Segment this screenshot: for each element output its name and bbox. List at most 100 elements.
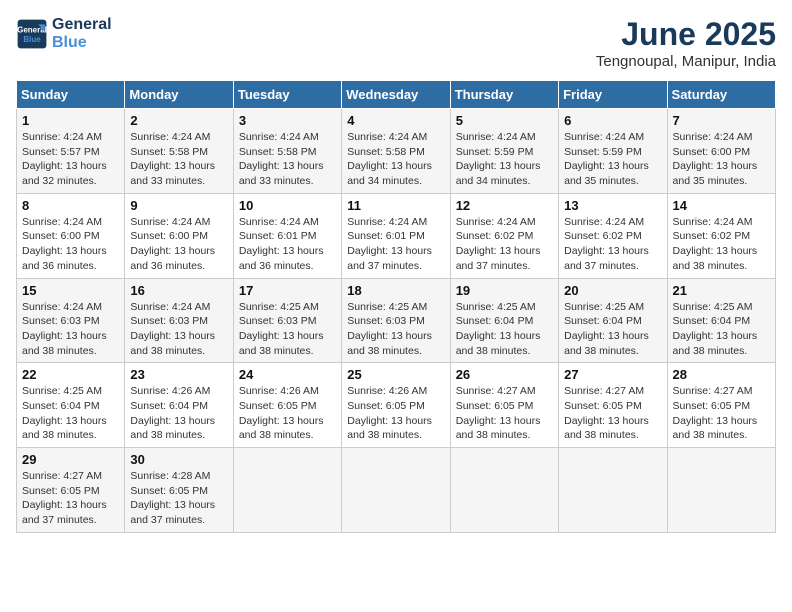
calendar-cell: 30 Sunrise: 4:28 AM Sunset: 6:05 PM Dayli… [125, 448, 233, 533]
calendar-cell: 21 Sunrise: 4:25 AM Sunset: 6:04 PM Dayli… [667, 278, 775, 363]
day-info: Sunrise: 4:25 AM Sunset: 6:04 PM Dayligh… [22, 384, 119, 443]
calendar-cell: 7 Sunrise: 4:24 AM Sunset: 6:00 PM Daylig… [667, 109, 775, 194]
calendar-cell: 18 Sunrise: 4:25 AM Sunset: 6:03 PM Dayli… [342, 278, 450, 363]
day-info: Sunrise: 4:24 AM Sunset: 6:03 PM Dayligh… [130, 300, 227, 359]
day-info: Sunrise: 4:25 AM Sunset: 6:03 PM Dayligh… [239, 300, 336, 359]
day-number: 12 [456, 198, 553, 213]
day-info: Sunrise: 4:24 AM Sunset: 6:02 PM Dayligh… [673, 215, 770, 274]
weekday-header-tuesday: Tuesday [233, 81, 341, 109]
day-number: 11 [347, 198, 444, 213]
day-info: Sunrise: 4:24 AM Sunset: 5:58 PM Dayligh… [347, 130, 444, 189]
day-info: Sunrise: 4:25 AM Sunset: 6:03 PM Dayligh… [347, 300, 444, 359]
calendar-cell: 6 Sunrise: 4:24 AM Sunset: 5:59 PM Daylig… [559, 109, 667, 194]
calendar-cell: 3 Sunrise: 4:24 AM Sunset: 5:58 PM Daylig… [233, 109, 341, 194]
day-number: 9 [130, 198, 227, 213]
day-number: 14 [673, 198, 770, 213]
day-number: 28 [673, 367, 770, 382]
day-info: Sunrise: 4:24 AM Sunset: 6:02 PM Dayligh… [564, 215, 661, 274]
logo: General Blue General Blue [16, 16, 112, 52]
day-number: 18 [347, 283, 444, 298]
day-number: 20 [564, 283, 661, 298]
calendar-cell: 11Sunrise: 4:24 AM Sunset: 6:01 PM Dayli… [342, 193, 450, 278]
calendar-cell: 23 Sunrise: 4:26 AM Sunset: 6:04 PM Dayli… [125, 363, 233, 448]
calendar-cell: 29 Sunrise: 4:27 AM Sunset: 6:05 PM Dayli… [17, 448, 125, 533]
calendar-cell [559, 448, 667, 533]
day-number: 21 [673, 283, 770, 298]
day-info: Sunrise: 4:24 AM Sunset: 5:59 PM Dayligh… [456, 130, 553, 189]
calendar-week-5: 29 Sunrise: 4:27 AM Sunset: 6:05 PM Dayli… [17, 448, 776, 533]
calendar-cell: 19 Sunrise: 4:25 AM Sunset: 6:04 PM Dayli… [450, 278, 558, 363]
calendar-cell: 2 Sunrise: 4:24 AM Sunset: 5:58 PM Daylig… [125, 109, 233, 194]
day-info: Sunrise: 4:24 AM Sunset: 5:57 PM Dayligh… [22, 130, 119, 189]
day-number: 17 [239, 283, 336, 298]
svg-text:Blue: Blue [23, 35, 41, 44]
calendar-cell: 15Sunrise: 4:24 AM Sunset: 6:03 PM Dayli… [17, 278, 125, 363]
day-number: 10 [239, 198, 336, 213]
day-number: 25 [347, 367, 444, 382]
day-number: 22 [22, 367, 119, 382]
day-number: 4 [347, 113, 444, 128]
calendar-cell: 26 Sunrise: 4:27 AM Sunset: 6:05 PM Dayli… [450, 363, 558, 448]
calendar-cell [667, 448, 775, 533]
day-info: Sunrise: 4:28 AM Sunset: 6:05 PM Dayligh… [130, 469, 227, 528]
calendar-cell: 14 Sunrise: 4:24 AM Sunset: 6:02 PM Dayli… [667, 193, 775, 278]
weekday-header-thursday: Thursday [450, 81, 558, 109]
location-title: Tengnoupal, Manipur, India [596, 53, 776, 70]
calendar-cell [450, 448, 558, 533]
weekday-header-sunday: Sunday [17, 81, 125, 109]
logo-text: General Blue [52, 16, 112, 52]
calendar-cell: 1 Sunrise: 4:24 AM Sunset: 5:57 PM Daylig… [17, 109, 125, 194]
day-info: Sunrise: 4:24 AM Sunset: 6:00 PM Dayligh… [130, 215, 227, 274]
day-number: 6 [564, 113, 661, 128]
day-number: 19 [456, 283, 553, 298]
day-number: 29 [22, 452, 119, 467]
calendar-cell: 9 Sunrise: 4:24 AM Sunset: 6:00 PM Daylig… [125, 193, 233, 278]
calendar-cell [233, 448, 341, 533]
day-number: 1 [22, 113, 119, 128]
calendar-cell: 12 Sunrise: 4:24 AM Sunset: 6:02 PM Dayli… [450, 193, 558, 278]
day-info: Sunrise: 4:27 AM Sunset: 6:05 PM Dayligh… [564, 384, 661, 443]
day-number: 8 [22, 198, 119, 213]
weekday-header-monday: Monday [125, 81, 233, 109]
day-number: 3 [239, 113, 336, 128]
day-number: 23 [130, 367, 227, 382]
day-info: Sunrise: 4:24 AM Sunset: 6:01 PM Dayligh… [239, 215, 336, 274]
day-info: Sunrise: 4:25 AM Sunset: 6:04 PM Dayligh… [456, 300, 553, 359]
calendar-cell: 28Sunrise: 4:27 AM Sunset: 6:05 PM Dayli… [667, 363, 775, 448]
calendar-cell: 8 Sunrise: 4:24 AM Sunset: 6:00 PM Daylig… [17, 193, 125, 278]
day-info: Sunrise: 4:24 AM Sunset: 6:02 PM Dayligh… [456, 215, 553, 274]
day-number: 15 [22, 283, 119, 298]
day-number: 2 [130, 113, 227, 128]
day-number: 27 [564, 367, 661, 382]
calendar-cell: 22 Sunrise: 4:25 AM Sunset: 6:04 PM Dayli… [17, 363, 125, 448]
day-number: 30 [130, 452, 227, 467]
calendar-cell: 16Sunrise: 4:24 AM Sunset: 6:03 PM Dayli… [125, 278, 233, 363]
day-info: Sunrise: 4:27 AM Sunset: 6:05 PM Dayligh… [456, 384, 553, 443]
day-info: Sunrise: 4:24 AM Sunset: 5:58 PM Dayligh… [130, 130, 227, 189]
calendar-cell: 4 Sunrise: 4:24 AM Sunset: 5:58 PM Daylig… [342, 109, 450, 194]
calendar-cell: 5 Sunrise: 4:24 AM Sunset: 5:59 PM Daylig… [450, 109, 558, 194]
day-info: Sunrise: 4:27 AM Sunset: 6:05 PM Dayligh… [22, 469, 119, 528]
calendar-week-1: 1 Sunrise: 4:24 AM Sunset: 5:57 PM Daylig… [17, 109, 776, 194]
day-info: Sunrise: 4:24 AM Sunset: 5:59 PM Dayligh… [564, 130, 661, 189]
day-info: Sunrise: 4:26 AM Sunset: 6:05 PM Dayligh… [347, 384, 444, 443]
weekday-header-saturday: Saturday [667, 81, 775, 109]
calendar-body: 1 Sunrise: 4:24 AM Sunset: 5:57 PM Daylig… [17, 109, 776, 533]
day-number: 7 [673, 113, 770, 128]
day-info: Sunrise: 4:24 AM Sunset: 6:00 PM Dayligh… [22, 215, 119, 274]
day-number: 24 [239, 367, 336, 382]
day-info: Sunrise: 4:26 AM Sunset: 6:04 PM Dayligh… [130, 384, 227, 443]
month-title: June 2025 [596, 16, 776, 53]
day-number: 5 [456, 113, 553, 128]
calendar-cell: 10 Sunrise: 4:24 AM Sunset: 6:01 PM Dayli… [233, 193, 341, 278]
page-header: General Blue General Blue June 2025 Teng… [16, 16, 776, 70]
calendar-cell: 27 Sunrise: 4:27 AM Sunset: 6:05 PM Dayli… [559, 363, 667, 448]
weekday-header-wednesday: Wednesday [342, 81, 450, 109]
day-info: Sunrise: 4:24 AM Sunset: 6:00 PM Dayligh… [673, 130, 770, 189]
logo-icon: General Blue [16, 18, 48, 50]
day-number: 26 [456, 367, 553, 382]
weekday-header-friday: Friday [559, 81, 667, 109]
day-info: Sunrise: 4:25 AM Sunset: 6:04 PM Dayligh… [673, 300, 770, 359]
day-info: Sunrise: 4:24 AM Sunset: 5:58 PM Dayligh… [239, 130, 336, 189]
day-info: Sunrise: 4:25 AM Sunset: 6:04 PM Dayligh… [564, 300, 661, 359]
